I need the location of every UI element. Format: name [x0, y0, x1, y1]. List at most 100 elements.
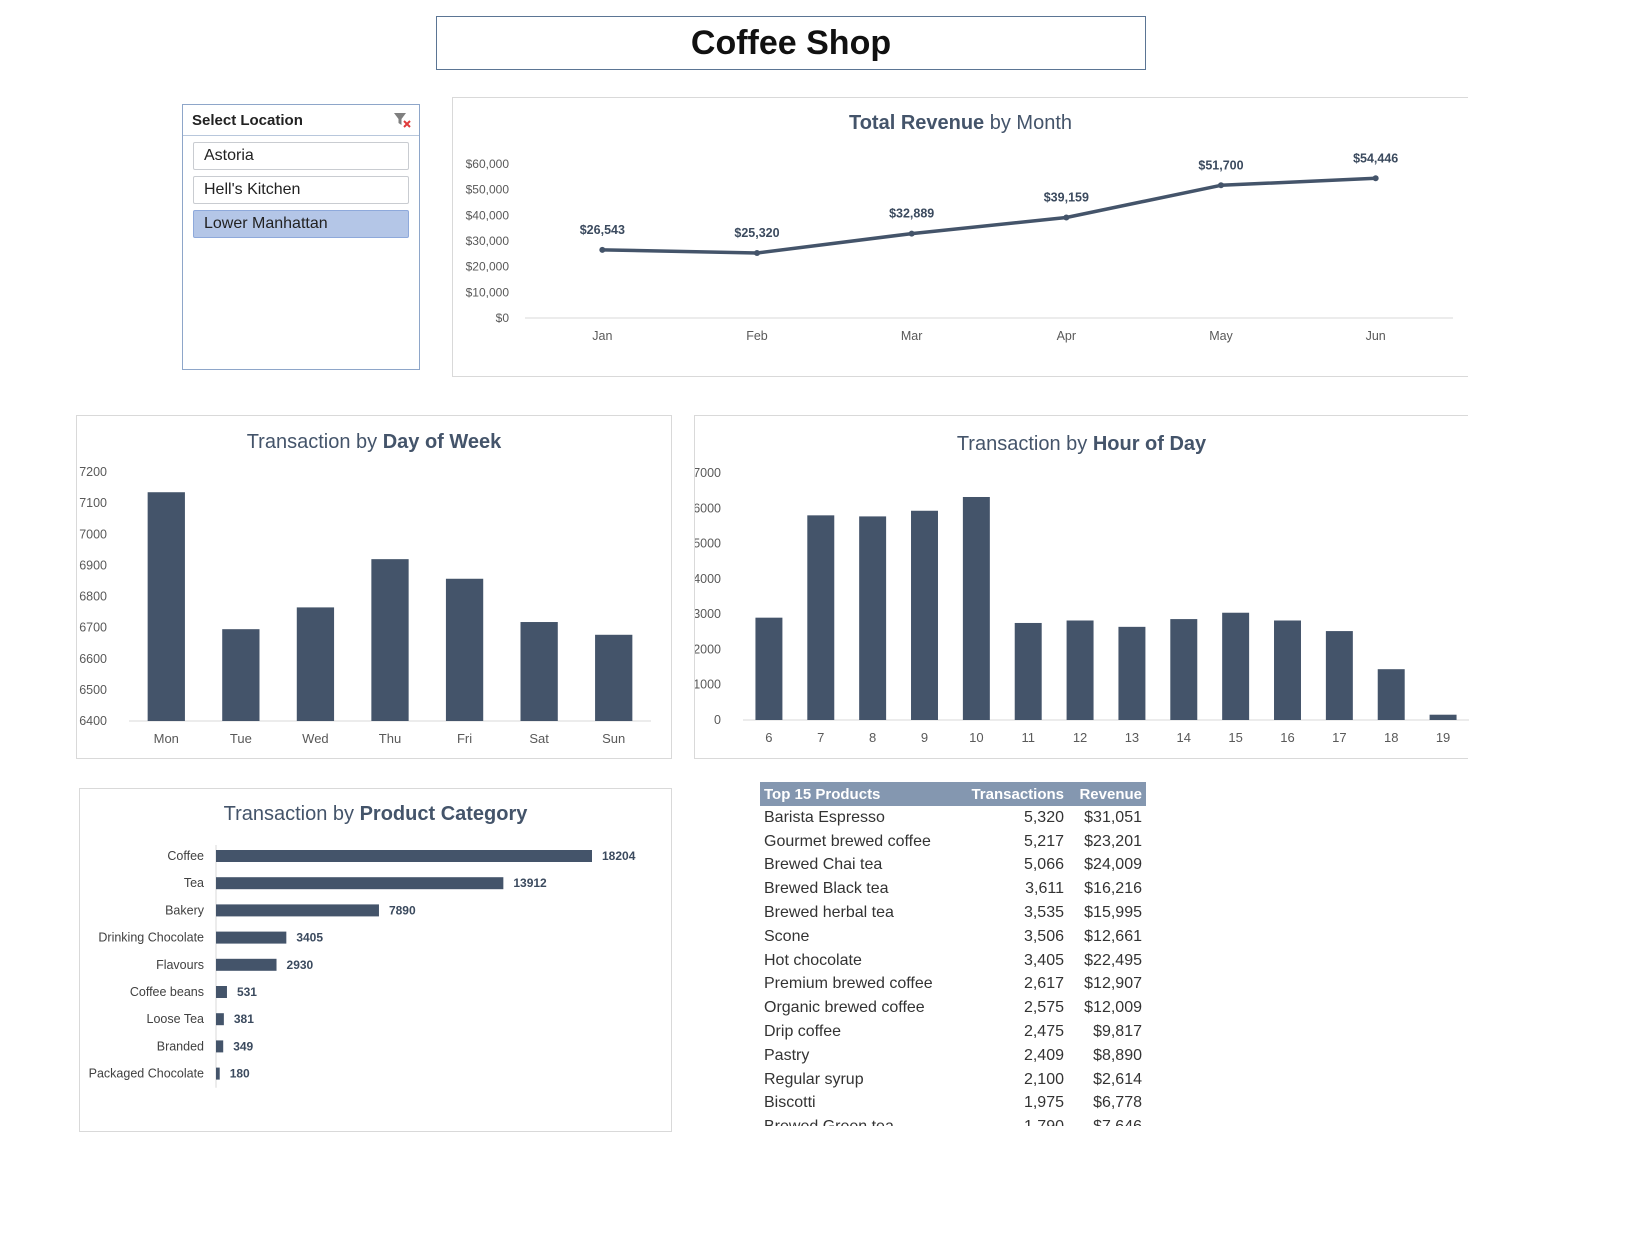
x-tick-label: Sun [602, 731, 625, 746]
x-tick-label: 9 [921, 730, 928, 745]
product-name-cell: Brewed Chai tea [764, 856, 883, 874]
transactions-cell: 2,475 [1023, 1023, 1064, 1041]
category-label: Flavours [156, 958, 204, 972]
y-tick-label: 6800 [79, 590, 107, 604]
bar [1377, 669, 1405, 720]
category-label: Coffee beans [130, 985, 204, 999]
bar [216, 958, 277, 971]
bar [371, 559, 409, 721]
y-tick-label: 2000 [695, 642, 721, 656]
table-header: Top 15 Products Transactions Revenue [760, 782, 1146, 806]
y-tick-label: 7000 [695, 466, 721, 480]
data-label: 180 [230, 1067, 250, 1081]
revenue-cell: $8,890 [1093, 1046, 1142, 1064]
bar [147, 492, 185, 721]
product-name-cell: Brewed herbal tea [764, 904, 894, 922]
x-tick-label: Thu [379, 731, 401, 746]
table-row: Hot chocolate 3,405 $22,495 [760, 949, 1146, 973]
y-tick-label: $40,000 [466, 208, 510, 222]
clear-filter-icon[interactable] [393, 111, 411, 129]
product-name-cell: Scone [764, 927, 810, 945]
table-row: Brewed Black tea 3,611 $16,216 [760, 877, 1146, 901]
bar [1170, 619, 1198, 720]
transactions-cell: 3,535 [1023, 904, 1064, 922]
y-tick-label: 7000 [79, 527, 107, 541]
table-row: Scone 3,506 $12,661 [760, 925, 1146, 949]
revenue-cell: $6,778 [1093, 1094, 1142, 1112]
x-tick-label: 7 [817, 730, 824, 745]
revenue-cell: $23,201 [1084, 832, 1142, 850]
x-tick-label: 15 [1228, 730, 1242, 745]
category-label: Drinking Chocolate [98, 931, 204, 945]
data-label: $51,700 [1198, 158, 1243, 172]
table-row: Gourmet brewed coffee 5,217 $23,201 [760, 830, 1146, 854]
slicer-item[interactable]: Lower Manhattan [193, 210, 409, 238]
category-label: Tea [184, 876, 204, 890]
revenue-cell: $12,907 [1084, 975, 1142, 993]
table-row: Organic brewed coffee 2,575 $12,009 [760, 996, 1146, 1020]
revenue-cell: $15,995 [1084, 904, 1142, 922]
x-tick-label: Mar [901, 329, 923, 343]
transactions-cell: 3,506 [1023, 927, 1064, 945]
x-tick-label: Sat [529, 731, 549, 746]
table-row: Drip coffee 2,475 $9,817 [760, 1020, 1146, 1044]
y-tick-label: $30,000 [466, 234, 510, 248]
category-label: Coffee [167, 849, 204, 863]
x-tick-label: Jan [592, 329, 612, 343]
bar [1014, 622, 1042, 720]
bar [807, 515, 835, 720]
x-tick-label: 10 [969, 730, 983, 745]
bar [1274, 620, 1301, 720]
header-transactions: Transactions [971, 785, 1064, 803]
bar [445, 578, 484, 721]
x-tick-label: 6 [765, 730, 772, 745]
bar [859, 516, 887, 720]
top-products-table: Top 15 Products Transactions Revenue Bar… [760, 782, 1146, 1126]
revenue-cell: $7,646 [1064, 1118, 1142, 1126]
product-name-cell: Regular syrup [764, 1070, 864, 1088]
revenue-by-month-chart: Total Revenue by Month $0 $10,000 $20,000 $… [452, 97, 1468, 377]
table-row: Regular syrup 2,100 $2,614 [760, 1068, 1146, 1092]
product-name-cell: Gourmet brewed coffee [764, 832, 931, 850]
data-point [599, 246, 606, 253]
transactions-cell: 5,320 [1023, 808, 1064, 826]
bar [216, 1040, 224, 1053]
x-tick-label: Fri [457, 731, 472, 746]
data-point [754, 250, 760, 257]
product-name-cell: Premium brewed coffee [764, 975, 933, 993]
transactions-cell: 2,100 [1023, 1070, 1064, 1088]
transactions-cell: 2,575 [1023, 999, 1064, 1017]
transactions-cell: 3,611 [1025, 880, 1064, 898]
category-bar-chart: Coffee 18204 Tea 13912 Bakery 7890 Drinking Ch… [89, 845, 636, 1088]
revenue-cell: $24,009 [1084, 856, 1142, 874]
bar [962, 496, 990, 720]
data-label: 18204 [602, 849, 636, 863]
x-tick-label: 14 [1177, 730, 1191, 745]
slicer-item[interactable]: Astoria [193, 142, 409, 170]
y-tick-label: 6400 [79, 714, 107, 728]
transactions-cell: 2,409 [1023, 1046, 1064, 1064]
revenue-cell: $16,216 [1084, 880, 1142, 898]
product-name-cell: Brewed Black tea [764, 880, 889, 898]
hour-bar-chart: 0 1000 2000 3000 4000 5000 6000 7000 6 7 8 9 10 11 12 1… [695, 466, 1469, 745]
category-label: Branded [157, 1039, 204, 1053]
data-label: $39,159 [1044, 190, 1089, 204]
data-point [908, 230, 915, 237]
bar [216, 1067, 220, 1080]
x-tick-label: 13 [1125, 730, 1139, 745]
product-name-cell: Hot chocolate [764, 951, 862, 969]
x-tick-label: 16 [1280, 730, 1294, 745]
slicer-item[interactable]: Hell's Kitchen [193, 176, 409, 204]
y-tick-label: 1000 [695, 678, 721, 692]
transactions-cell: 3,405 [1023, 951, 1064, 969]
table-row: Brewed Chai tea 5,066 $24,009 [760, 854, 1146, 878]
y-tick-label: 5000 [695, 537, 721, 551]
bar [1118, 626, 1146, 720]
data-point [1218, 182, 1224, 189]
bar [216, 986, 227, 998]
data-label: $25,320 [734, 226, 779, 240]
bar [755, 617, 783, 720]
slicer-header: Select Location [183, 105, 419, 136]
bar [1429, 714, 1457, 720]
data-label: 13912 [513, 876, 547, 890]
